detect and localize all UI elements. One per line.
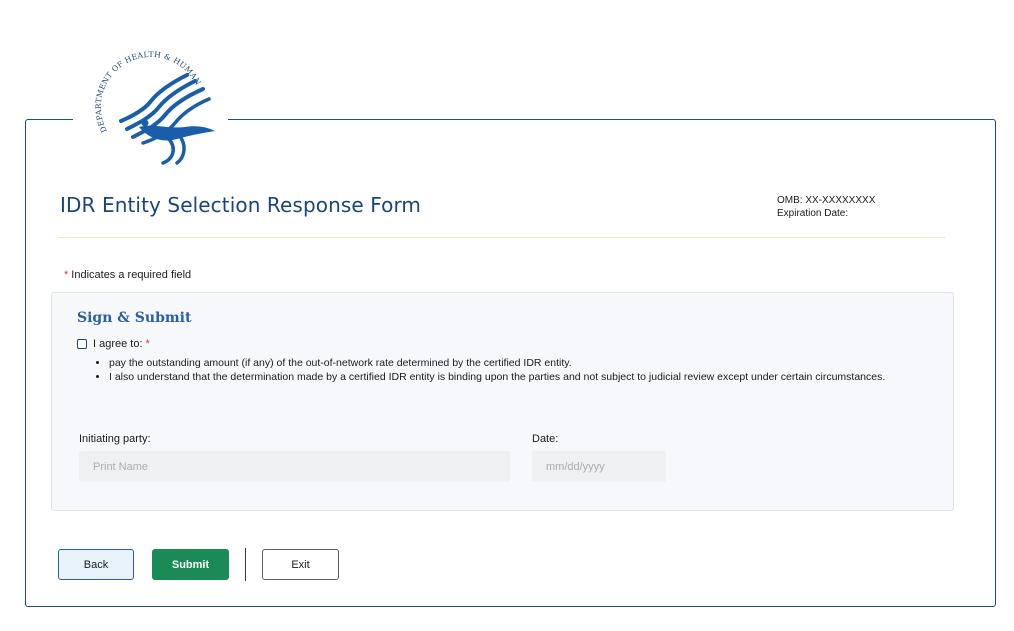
required-field-note: * Indicates a required field bbox=[64, 269, 191, 281]
expiration-date: Expiration Date: bbox=[777, 208, 849, 219]
section-title: Sign & Submit bbox=[77, 310, 192, 326]
sign-submit-section: Sign & Submit I agree to: * pay the outs… bbox=[51, 292, 954, 511]
agreement-term: I also understand that the determination… bbox=[109, 370, 889, 384]
hhs-logo: DEPARTMENT OF HEALTH & HUMAN SERVICES · … bbox=[73, 43, 228, 173]
page: DEPARTMENT OF HEALTH & HUMAN SERVICES · … bbox=[0, 0, 1014, 631]
print-name-input[interactable] bbox=[79, 451, 510, 482]
omb-info: OMB: XX-XXXXXXXX Expiration Date: bbox=[777, 194, 875, 220]
agree-required-asterisk: * bbox=[145, 338, 150, 350]
title-divider bbox=[59, 237, 945, 238]
back-button[interactable]: Back bbox=[58, 549, 134, 580]
agree-label: I agree to: bbox=[93, 338, 143, 350]
agreement-terms-list: pay the outstanding amount (if any) of t… bbox=[94, 356, 889, 384]
agree-row[interactable]: I agree to: * bbox=[77, 338, 150, 350]
omb-number: OMB: XX-XXXXXXXX bbox=[777, 195, 876, 206]
date-input[interactable] bbox=[532, 451, 666, 482]
agree-checkbox[interactable] bbox=[77, 339, 87, 349]
date-label: Date: bbox=[532, 433, 559, 445]
page-title: IDR Entity Selection Response Form bbox=[60, 193, 422, 217]
button-divider bbox=[245, 548, 246, 581]
initiating-party-label: Initiating party: bbox=[79, 433, 151, 445]
submit-button[interactable]: Submit bbox=[152, 549, 229, 580]
required-note-text: Indicates a required field bbox=[71, 269, 192, 281]
exit-button[interactable]: Exit bbox=[262, 549, 339, 580]
required-asterisk: * bbox=[64, 269, 69, 281]
agreement-term: pay the outstanding amount (if any) of t… bbox=[109, 356, 889, 370]
